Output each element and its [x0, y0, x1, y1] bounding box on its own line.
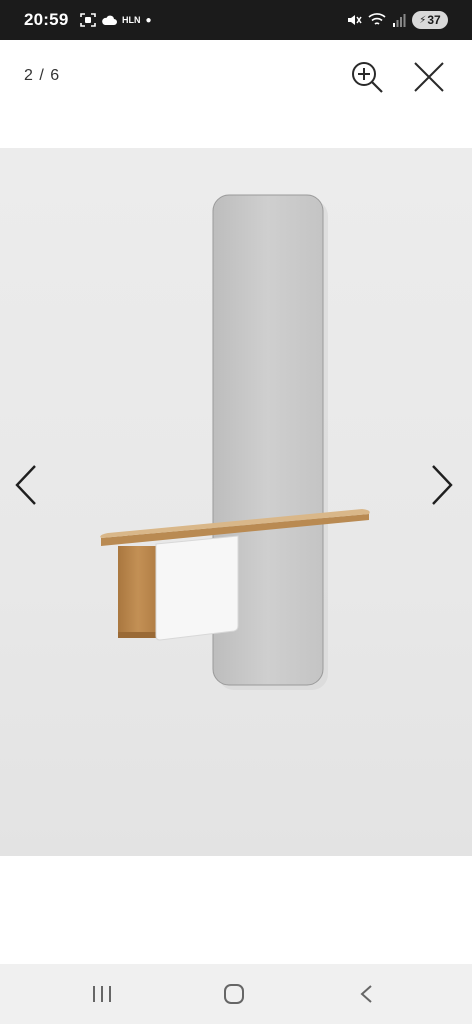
recent-apps-icon	[93, 986, 111, 1002]
viewer-footer	[0, 856, 472, 964]
recent-apps-button[interactable]	[88, 982, 116, 1006]
signal-icon	[393, 14, 406, 27]
drawer-front	[155, 535, 239, 641]
zoom-in-button[interactable]	[348, 58, 386, 96]
chevron-right-icon	[432, 465, 453, 505]
home-icon	[224, 984, 244, 1004]
home-button[interactable]	[221, 982, 249, 1006]
back-button[interactable]	[354, 982, 382, 1006]
close-button[interactable]	[410, 58, 448, 96]
cabinet-base	[118, 632, 158, 638]
wifi-icon	[368, 13, 386, 25]
back-icon	[360, 985, 372, 1003]
status-time: 20:59	[24, 10, 69, 29]
viewer-header: 2 / 6	[0, 40, 472, 148]
screenshot-icon	[80, 13, 96, 27]
zoom-in-icon	[352, 62, 383, 93]
cloud-icon	[102, 15, 117, 25]
cabinet-side	[118, 546, 158, 638]
next-image-button[interactable]	[424, 461, 460, 509]
status-system-icons: ⚡ 37	[346, 11, 448, 29]
previous-image-button[interactable]	[8, 461, 44, 509]
product-image[interactable]	[0, 148, 472, 856]
network-label: HLN	[122, 15, 141, 25]
battery-icon: ⚡ 37	[412, 11, 448, 29]
battery-level: 37	[427, 13, 441, 27]
status-notification-icons: HLN ●	[80, 12, 152, 28]
mute-icon	[348, 15, 362, 25]
dot-icon: ●	[145, 14, 152, 26]
close-icon	[414, 62, 444, 92]
page-counter: 2 / 6	[24, 67, 61, 84]
product-illustration	[100, 194, 370, 690]
chevron-left-icon	[15, 465, 36, 505]
system-navigation-bar	[0, 964, 472, 1024]
status-bar: 20:59 HLN ● ⚡ 37	[0, 0, 472, 40]
